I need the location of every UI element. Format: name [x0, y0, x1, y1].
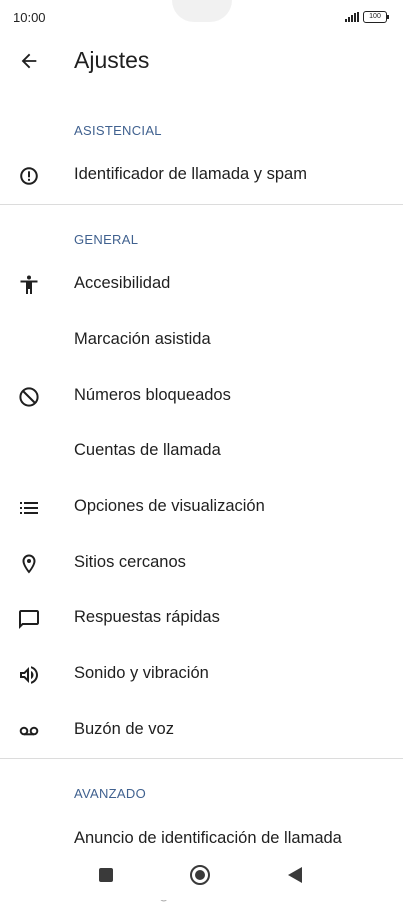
chat-bubble-icon — [19, 610, 39, 629]
camera-notch — [172, 0, 232, 22]
settings-item-quick-responses[interactable]: Respuestas rápidas — [0, 592, 403, 646]
divider — [0, 204, 403, 205]
settings-item-label: Accesibilidad — [74, 274, 171, 292]
settings-item-label: Respuestas rápidas — [74, 608, 220, 626]
page-title: Ajustes — [74, 47, 150, 73]
location-pin-icon — [22, 554, 36, 574]
recents-square-icon[interactable] — [98, 867, 114, 883]
settings-item-label: Marcación asistida — [74, 330, 211, 348]
signal-icon — [345, 12, 359, 22]
block-icon — [19, 387, 39, 407]
status-bar: 10:00 100 — [0, 0, 403, 36]
divider — [0, 758, 403, 759]
alert-circle-icon — [20, 167, 38, 185]
voicemail-icon — [19, 726, 39, 736]
arrow-left-icon[interactable] — [18, 50, 40, 72]
settings-item-label: Opciones de visualización — [74, 497, 265, 515]
settings-item-nearby-places[interactable]: Sitios cercanos — [0, 537, 403, 591]
settings-item-assisted-dialing[interactable]: Marcación asistida — [0, 314, 403, 368]
status-indicators: 100 — [345, 11, 389, 23]
app-bar: Ajustes — [0, 36, 403, 88]
settings-item-label: Anuncio de identificación de llamada — [74, 829, 342, 847]
section-header-avanzado: AVANZADO — [74, 786, 146, 801]
settings-item-label: Identificador de llamada y spam — [74, 165, 307, 183]
status-time: 10:00 — [13, 10, 46, 25]
settings-item-voicemail[interactable]: Buzón de voz — [0, 704, 403, 758]
settings-item-sound-vibration[interactable]: Sonido y vibración — [0, 648, 403, 702]
settings-item-label: Sonido y vibración — [74, 664, 209, 682]
back-triangle-icon[interactable] — [287, 866, 303, 884]
settings-item-label: Cuentas de llamada — [74, 441, 221, 459]
navigation-bar — [0, 851, 403, 900]
settings-item-blocked-numbers[interactable]: Números bloqueados — [0, 370, 403, 424]
section-header-general: GENERAL — [74, 232, 139, 247]
settings-item-caller-id-spam[interactable]: Identificador de llamada y spam — [0, 149, 403, 203]
settings-item-label: Buzón de voz — [74, 720, 174, 738]
home-circle-icon[interactable] — [189, 864, 211, 886]
volume-icon — [20, 666, 38, 684]
settings-item-calling-accounts[interactable]: Cuentas de llamada — [0, 425, 403, 479]
battery-icon: 100 — [363, 11, 389, 23]
settings-item-display-options[interactable]: Opciones de visualización — [0, 481, 403, 535]
settings-item-label: Sitios cercanos — [74, 553, 186, 571]
settings-item-accessibility[interactable]: Accesibilidad — [0, 258, 403, 312]
battery-level: 100 — [369, 13, 381, 20]
accessibility-icon — [20, 275, 38, 294]
settings-item-label: Números bloqueados — [74, 386, 231, 404]
section-header-asistencial: ASISTENCIAL — [74, 123, 162, 138]
list-icon — [20, 502, 38, 514]
